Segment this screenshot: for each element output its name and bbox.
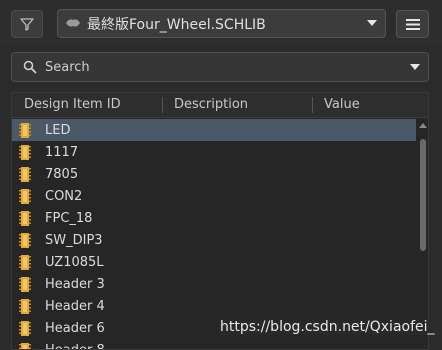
column-header-design-item-id[interactable]: Design Item ID [24,97,121,112]
search-label: Search [45,59,90,75]
table-row[interactable]: FPC_18 [12,207,416,229]
table-row[interactable]: SW_DIP3 [12,229,416,251]
scrollbar-thumb[interactable] [420,139,426,251]
table-row[interactable]: 1117 [12,141,416,163]
library-name: 最終版Four_Wheel.SCHLIB [87,16,266,33]
component-icon [18,342,32,349]
table-row[interactable]: LED [12,119,416,141]
design-item-id: 7805 [45,166,79,182]
column-divider[interactable] [162,97,163,113]
component-icon [18,276,32,292]
column-divider[interactable] [312,97,313,113]
component-icon [18,298,32,314]
table-row[interactable]: CON2 [12,185,416,207]
column-header-description[interactable]: Description [174,97,248,112]
column-header-value[interactable]: Value [324,97,360,112]
design-item-id: CON2 [45,188,83,204]
filter-button[interactable] [11,10,43,38]
library-select[interactable]: 最終版Four_Wheel.SCHLIB [57,9,386,38]
component-icon [18,144,32,160]
table-body: LED 1117 7805 CON2 FPC_18 SW_DIP3 UZ1085… [12,119,416,350]
component-table: Design Item ID Description Value LED 111… [11,92,429,350]
design-item-id: Header 4 [45,298,105,314]
design-item-id: Header 6 [45,320,105,336]
component-icon [18,122,32,138]
table-header: Design Item ID Description Value [12,93,428,118]
component-icon [18,210,32,226]
panel-toolbar: 最終版Four_Wheel.SCHLIB [0,0,442,46]
component-icon [18,254,32,270]
design-item-id: FPC_18 [45,210,93,226]
design-item-id: LED [45,122,71,138]
component-icon [18,188,32,204]
table-row[interactable]: Header 8 [12,339,416,350]
component-icon [18,320,32,336]
design-item-id: UZ1085L [45,254,104,270]
chevron-down-icon[interactable] [410,64,420,70]
table-row[interactable]: Header 3 [12,273,416,295]
design-item-id: 1117 [45,144,79,160]
design-item-id: Header 3 [45,276,105,292]
funnel-icon [20,18,34,31]
vertical-scrollbar[interactable] [417,119,428,349]
design-item-id: SW_DIP3 [45,232,103,248]
menu-button[interactable] [396,10,429,38]
table-row[interactable]: UZ1085L [12,251,416,273]
search-icon [23,60,37,74]
component-icon [18,166,32,182]
chevron-down-icon [367,20,377,26]
hamburger-icon [405,18,420,30]
library-icon [65,17,83,31]
design-item-id: Header 8 [45,342,105,350]
watermark-text: https://blog.csdn.net/Qxiaofei_ [218,319,437,335]
table-row[interactable]: 7805 [12,163,416,185]
search-input[interactable]: Search [11,52,429,82]
table-row[interactable]: Header 4 [12,295,416,317]
component-icon [18,232,32,248]
scroll-up-icon[interactable] [419,123,427,128]
